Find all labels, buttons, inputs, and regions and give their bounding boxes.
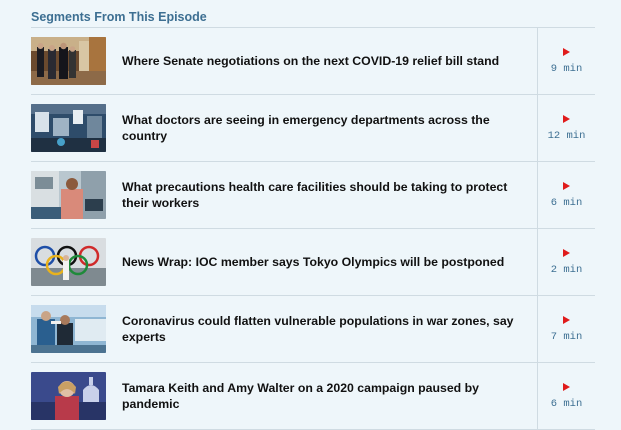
segment-meta: 6 min: [537, 162, 595, 228]
play-icon[interactable]: [563, 114, 570, 123]
segment-title[interactable]: News Wrap: IOC member says Tokyo Olympic…: [122, 229, 537, 295]
segment-duration: 7 min: [550, 330, 583, 343]
segment-duration: 6 min: [550, 397, 583, 410]
section-title: Segments From This Episode: [31, 0, 595, 28]
health-worker-photo[interactable]: [31, 171, 106, 219]
segments-list: Segments From This Episode Where Senate …: [31, 0, 595, 430]
segment-duration: 12 min: [547, 129, 586, 142]
segment-title[interactable]: What precautions health care facilities …: [122, 162, 537, 228]
segment-meta: 2 min: [537, 229, 595, 295]
segment-row[interactable]: What doctors are seeing in emergency dep…: [31, 95, 595, 162]
segment-duration: 9 min: [550, 62, 583, 75]
segment-title[interactable]: Coronavirus could flatten vulnerable pop…: [122, 296, 537, 362]
segment-row[interactable]: What precautions health care facilities …: [31, 162, 595, 229]
segment-row[interactable]: Where Senate negotiations on the next CO…: [31, 28, 595, 95]
segment-duration: 6 min: [550, 196, 583, 209]
segment-title[interactable]: Tamara Keith and Amy Walter on a 2020 ca…: [122, 363, 537, 429]
segment-row[interactable]: Coronavirus could flatten vulnerable pop…: [31, 296, 595, 363]
segment-meta: 7 min: [537, 296, 595, 362]
segment-row[interactable]: News Wrap: IOC member says Tokyo Olympic…: [31, 229, 595, 296]
segment-title[interactable]: What doctors are seeing in emergency dep…: [122, 95, 537, 161]
segment-meta: 6 min: [537, 363, 595, 429]
segment-meta: 12 min: [537, 95, 595, 161]
play-icon[interactable]: [563, 181, 570, 190]
play-icon[interactable]: [563, 315, 570, 324]
temperature-check-photo[interactable]: [31, 305, 106, 353]
play-icon[interactable]: [563, 248, 570, 257]
play-icon[interactable]: [563, 382, 570, 391]
hospital-equipment-photo[interactable]: [31, 104, 106, 152]
senate-hallway-photo[interactable]: [31, 37, 106, 85]
play-icon[interactable]: [563, 47, 570, 56]
segment-row[interactable]: Tamara Keith and Amy Walter on a 2020 ca…: [31, 363, 595, 430]
olympic-rings-photo[interactable]: [31, 238, 106, 286]
segment-meta: 9 min: [537, 28, 595, 94]
reporter-capitol-photo[interactable]: [31, 372, 106, 420]
segment-title[interactable]: Where Senate negotiations on the next CO…: [122, 28, 537, 94]
segment-duration: 2 min: [550, 263, 583, 276]
